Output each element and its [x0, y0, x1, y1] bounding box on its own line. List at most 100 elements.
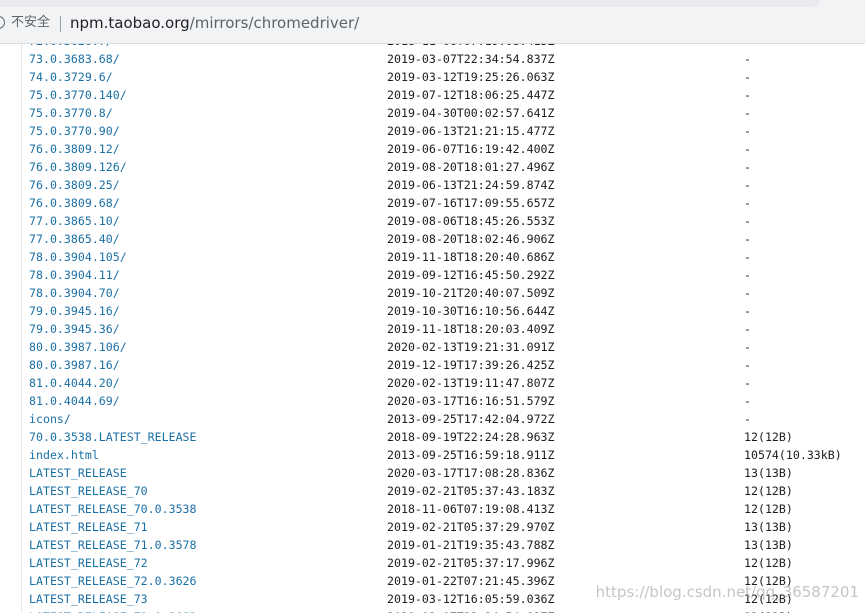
- url-text[interactable]: npm.taobao.org/mirrors/chromedriver/: [70, 14, 359, 32]
- address-bar[interactable]: 不安全 npm.taobao.org/mirrors/chromedriver/: [0, 0, 865, 44]
- file-link[interactable]: 75.0.3770.90/: [29, 122, 120, 140]
- modified-date: 2019-07-16T17:09:55.657Z: [387, 196, 555, 210]
- file-link[interactable]: index.html: [29, 446, 99, 464]
- modified-date: 2019-01-21T19:35:43.788Z: [387, 538, 555, 552]
- file-link[interactable]: 74.0.3729.6/: [29, 68, 113, 86]
- list-item: 76.0.3809.12/2019-06-07T16:19:42.400Z -: [29, 140, 865, 158]
- list-item: 80.0.3987.16/2019-12-19T17:39:26.425Z -: [29, 356, 865, 374]
- file-link[interactable]: LATEST_RELEASE_72.0.3626: [29, 572, 197, 590]
- list-item: 76.0.3809.126/2019-08-20T18:01:27.496Z -: [29, 158, 865, 176]
- file-link[interactable]: 78.0.3904.105/: [29, 248, 127, 266]
- modified-date: 2013-09-25T16:59:18.911Z: [387, 448, 555, 462]
- list-item: 80.0.3987.106/2020-02-13T19:21:31.091Z -: [29, 338, 865, 356]
- file-size: -: [744, 196, 751, 210]
- modified-date: 2019-06-13T21:21:15.477Z: [387, 124, 555, 138]
- file-size: 13(13B): [744, 520, 793, 534]
- modified-date: 2013-09-25T17:42:04.972Z: [387, 412, 555, 426]
- file-link[interactable]: LATEST_RELEASE: [29, 464, 127, 482]
- modified-date: 2019-08-20T18:01:27.496Z: [387, 160, 555, 174]
- modified-date: 2019-06-13T21:24:59.874Z: [387, 178, 555, 192]
- file-link[interactable]: icons/: [29, 410, 71, 428]
- modified-date: 2019-08-20T18:02:46.906Z: [387, 232, 555, 246]
- list-item: 76.0.3809.25/2019-06-13T21:24:59.874Z -: [29, 176, 865, 194]
- list-item: 77.0.3865.40/2019-08-20T18:02:46.906Z -: [29, 230, 865, 248]
- file-link[interactable]: 78.0.3904.11/: [29, 266, 120, 284]
- file-size: -: [744, 88, 751, 102]
- modified-date: 2019-11-18T18:20:03.409Z: [387, 322, 555, 336]
- modified-date: 2019-04-30T00:02:57.641Z: [387, 106, 555, 120]
- file-link[interactable]: 70.0.3538.LATEST_RELEASE: [29, 428, 197, 446]
- file-link[interactable]: 80.0.3987.106/: [29, 338, 127, 356]
- file-size: 13(13B): [744, 538, 793, 552]
- file-link[interactable]: 76.0.3809.25/: [29, 176, 120, 194]
- file-link[interactable]: 76.0.3809.12/: [29, 140, 120, 158]
- list-item: LATEST_RELEASE_70.0.3538 2018-11-06T07:19…: [29, 500, 865, 518]
- file-size: -: [744, 160, 751, 174]
- list-item: LATEST_RELEASE_72.0.3626 2019-01-22T07:21…: [29, 572, 865, 590]
- modified-date: 2020-03-17T16:16:51.579Z: [387, 394, 555, 408]
- file-size: -: [744, 70, 751, 84]
- file-size: -: [744, 322, 751, 336]
- file-size: -: [744, 178, 751, 192]
- tab-strip-edge: [0, 0, 820, 7]
- file-link[interactable]: 78.0.3904.70/: [29, 284, 120, 302]
- list-item: 81.0.4044.69/2020-03-17T16:16:51.579Z -: [29, 392, 865, 410]
- list-item: 81.0.4044.20/2020-02-13T19:11:47.807Z -: [29, 374, 865, 392]
- directory-listing-page: 72.0.3626.7/2018-11-06T07:19:08.413Z-73.…: [0, 44, 865, 613]
- security-status-label[interactable]: 不安全: [11, 14, 50, 32]
- file-link[interactable]: 73.0.3683.68/: [29, 50, 120, 68]
- list-item: 75.0.3770.8/2019-04-30T00:02:57.641Z -: [29, 104, 865, 122]
- modified-date: 2019-07-12T18:06:25.447Z: [387, 88, 555, 102]
- file-size: 12(12B): [744, 484, 793, 498]
- file-link[interactable]: LATEST_RELEASE_72: [29, 554, 148, 572]
- modified-date: 2020-03-17T17:08:28.836Z: [387, 466, 555, 480]
- file-size: -: [744, 214, 751, 228]
- file-link[interactable]: 75.0.3770.140/: [29, 86, 127, 104]
- file-link[interactable]: 77.0.3865.40/: [29, 230, 120, 248]
- file-link[interactable]: 75.0.3770.8/: [29, 104, 113, 122]
- file-size: 12(12B): [744, 430, 793, 444]
- file-link[interactable]: LATEST_RELEASE_73: [29, 590, 148, 608]
- modified-date: 2019-03-12T19:25:26.063Z: [387, 70, 555, 84]
- file-link[interactable]: 76.0.3809.68/: [29, 194, 120, 212]
- list-item: LATEST_RELEASE 2020-03-17T17:08:28.836Z 13…: [29, 464, 865, 482]
- file-link[interactable]: 80.0.3987.16/: [29, 356, 120, 374]
- modified-date: 2019-03-12T16:05:59.036Z: [387, 592, 555, 606]
- list-item: LATEST_RELEASE_71 2019-02-21T05:37:29.970…: [29, 518, 865, 536]
- file-link[interactable]: 79.0.3945.36/: [29, 320, 120, 338]
- file-size: -: [744, 412, 751, 426]
- modified-date: 2019-11-18T18:20:40.686Z: [387, 250, 555, 264]
- file-size: -: [744, 268, 751, 282]
- file-link[interactable]: LATEST_RELEASE_70: [29, 482, 148, 500]
- list-item: LATEST_RELEASE_73.0.3683 2019-03-07T22:34…: [29, 608, 865, 613]
- file-size: -: [744, 358, 751, 372]
- list-item: 79.0.3945.16/2019-10-30T16:10:56.644Z -: [29, 302, 865, 320]
- file-size: -: [744, 304, 751, 318]
- file-size: -: [744, 340, 751, 354]
- modified-date: 2019-02-21T05:37:17.996Z: [387, 556, 555, 570]
- file-link[interactable]: LATEST_RELEASE_70.0.3538: [29, 500, 197, 518]
- list-item: 76.0.3809.68/2019-07-16T17:09:55.657Z -: [29, 194, 865, 212]
- file-link[interactable]: 81.0.4044.69/: [29, 392, 120, 410]
- modified-date: 2019-10-30T16:10:56.644Z: [387, 304, 555, 318]
- address-bar-divider: [60, 16, 61, 32]
- file-link[interactable]: LATEST_RELEASE_71: [29, 518, 148, 536]
- file-link[interactable]: LATEST_RELEASE_73.0.3683: [29, 608, 197, 613]
- file-size: 13(13B): [744, 466, 793, 480]
- file-link[interactable]: 81.0.4044.20/: [29, 374, 120, 392]
- list-item: LATEST_RELEASE_71.0.3578 2019-01-21T19:35…: [29, 536, 865, 554]
- list-item: 78.0.3904.70/2019-10-21T20:40:07.509Z -: [29, 284, 865, 302]
- list-item: LATEST_RELEASE_70 2019-02-21T05:37:43.183…: [29, 482, 865, 500]
- modified-date: 2019-08-06T18:45:26.553Z: [387, 214, 555, 228]
- file-size: -: [744, 52, 751, 66]
- modified-date: 2018-09-19T22:24:28.963Z: [387, 430, 555, 444]
- list-item: 73.0.3683.68/2019-03-07T22:34:54.837Z -: [29, 50, 865, 68]
- file-link[interactable]: LATEST_RELEASE_71.0.3578: [29, 536, 197, 554]
- file-size: 12(12B): [744, 608, 793, 613]
- file-link[interactable]: 77.0.3865.10/: [29, 212, 120, 230]
- list-item: 75.0.3770.90/2019-06-13T21:21:15.477Z -: [29, 122, 865, 140]
- info-icon[interactable]: [0, 16, 5, 29]
- file-link[interactable]: 76.0.3809.126/: [29, 158, 127, 176]
- file-link[interactable]: 79.0.3945.16/: [29, 302, 120, 320]
- file-size: 10574(10.33kB): [744, 448, 842, 462]
